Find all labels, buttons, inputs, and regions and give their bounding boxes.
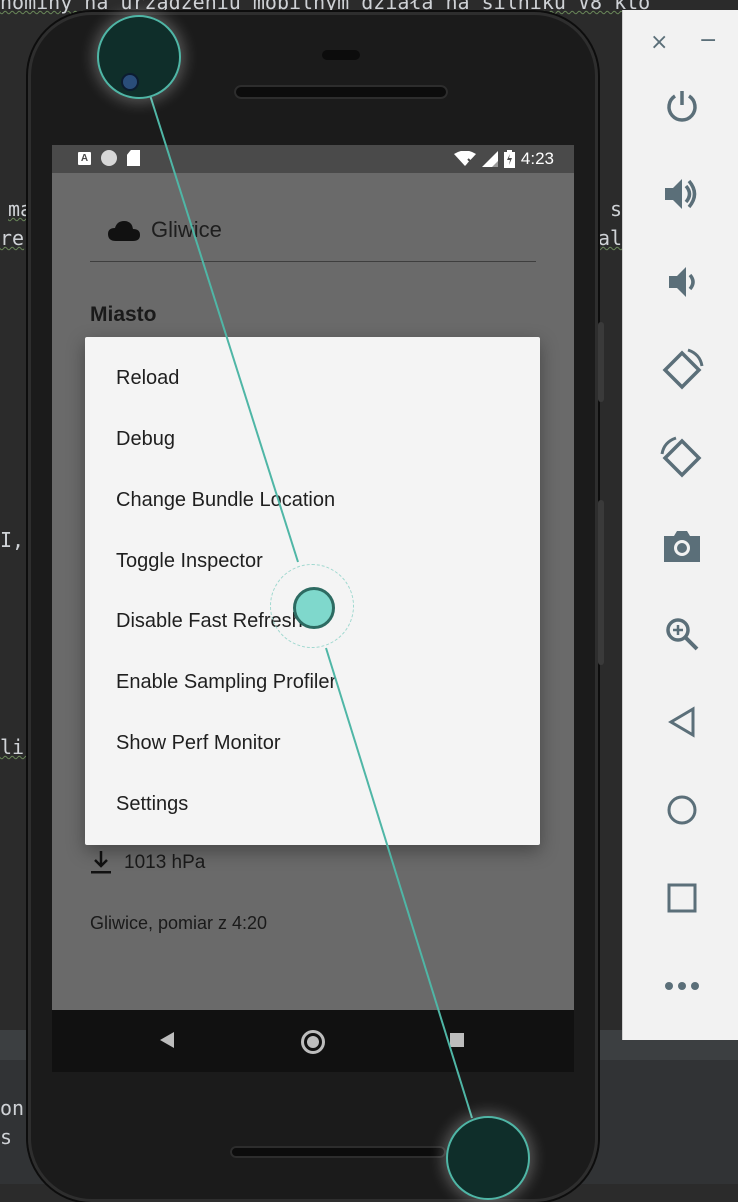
- volume-down-icon[interactable]: [658, 258, 706, 306]
- close-icon[interactable]: ×: [650, 30, 668, 55]
- overview-icon[interactable]: [658, 874, 706, 922]
- touch-point-top[interactable]: [97, 15, 181, 99]
- home-icon[interactable]: [658, 786, 706, 834]
- rotate-left-icon[interactable]: [658, 346, 706, 394]
- power-icon[interactable]: [658, 82, 706, 130]
- zoom-icon[interactable]: [658, 610, 706, 658]
- more-icon[interactable]: [658, 962, 706, 1010]
- rotate-right-icon[interactable]: [658, 434, 706, 482]
- minimize-icon[interactable]: −: [699, 28, 717, 53]
- pinch-center-handle[interactable]: [293, 587, 335, 629]
- emulator-toolbar: × −: [622, 10, 738, 1040]
- back-icon[interactable]: [658, 698, 706, 746]
- front-camera: [121, 73, 139, 91]
- volume-up-icon[interactable]: [658, 170, 706, 218]
- touch-point-bottom[interactable]: [446, 1116, 530, 1200]
- camera-icon[interactable]: [658, 522, 706, 570]
